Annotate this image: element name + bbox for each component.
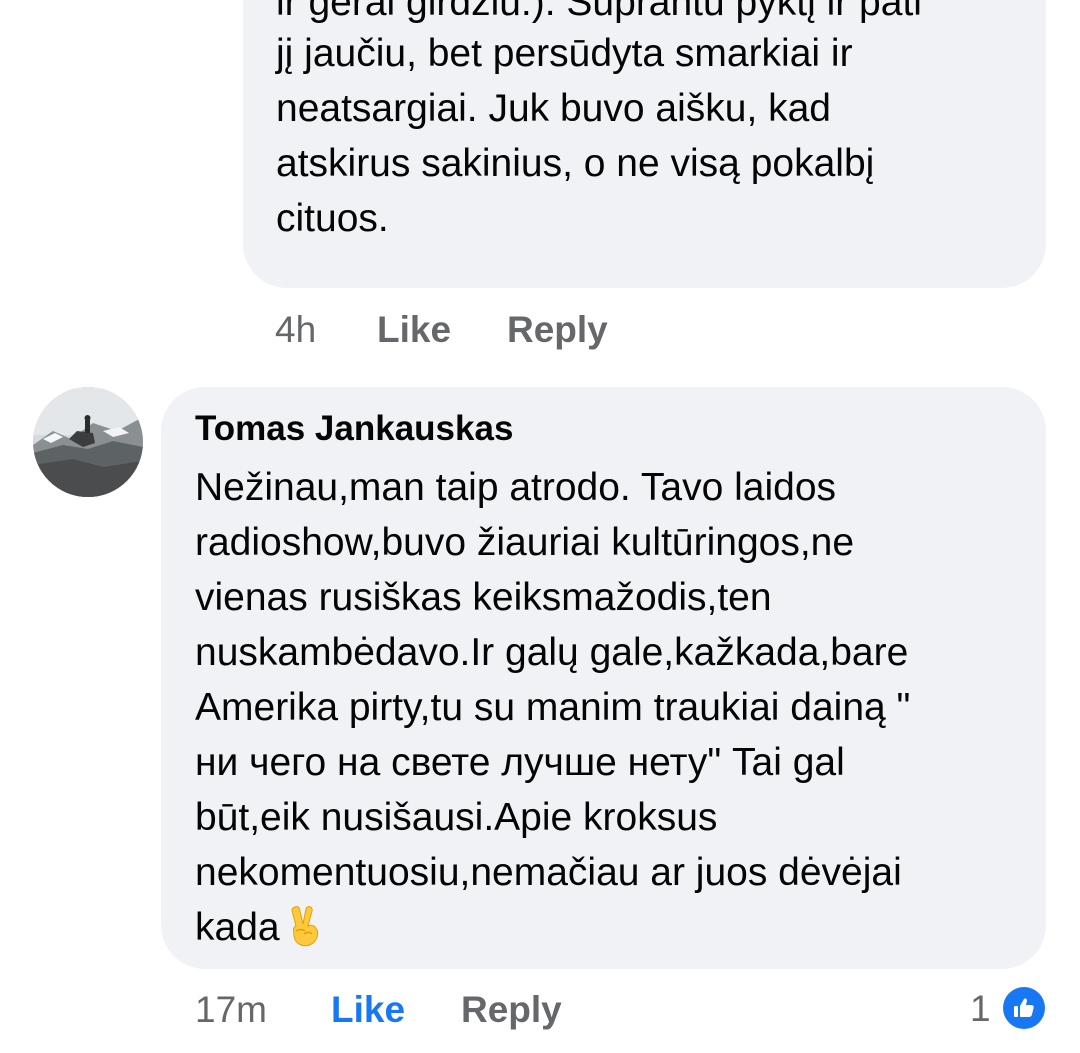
comment-like-button[interactable]: Like [331,990,405,1030]
comment-actions: 17m Like Reply [0,990,1080,1030]
previous-comment-actions: 4h Like Reply [0,310,1080,350]
avatar[interactable] [33,387,143,497]
previous-comment-like-button[interactable]: Like [377,310,451,350]
comment-text: Nežinau,man taip atrodo. Tavo laidos rad… [195,460,1025,955]
comment-author[interactable]: Tomas Jankauskas [195,409,513,449]
victory-hand-emoji-icon [286,904,326,948]
previous-comment-timestamp[interactable]: 4h [275,310,316,350]
thumbs-up-icon [1003,987,1045,1029]
comment-timestamp[interactable]: 17m [195,990,267,1030]
previous-comment-bubble: ir gerai girdžiu:). Suprantu pyktį ir pa… [243,0,1046,288]
comment-body: Nežinau,man taip atrodo. Tavo laidos rad… [195,466,911,949]
previous-comment-text: jį jaučiu, bet persūdyta smarkiai ir nea… [276,32,875,240]
comment-reply-button[interactable]: Reply [461,990,562,1030]
previous-comment-reply-button[interactable]: Reply [507,310,608,350]
like-reaction-badge[interactable] [1000,984,1048,1032]
comment-bubble: Tomas Jankauskas Nežinau,man taip atrodo… [161,387,1046,969]
avatar-photo [33,387,143,497]
reaction-count[interactable]: 1 [970,988,991,1030]
